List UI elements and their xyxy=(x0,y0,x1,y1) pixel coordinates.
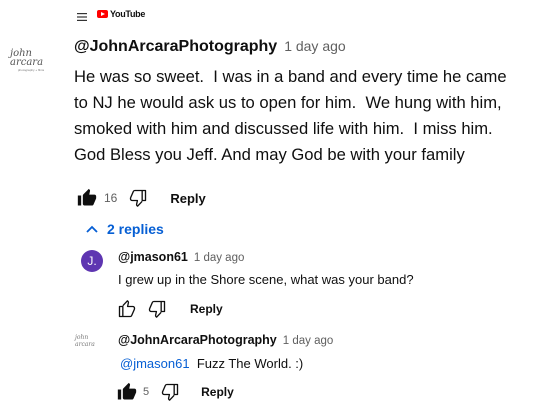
thumbs-up-filled-icon xyxy=(77,188,97,206)
youtube-logo-text: YouTube xyxy=(110,9,146,19)
reply-avatar[interactable]: john arcara xyxy=(75,334,101,348)
comment-timestamp[interactable]: 1 day ago xyxy=(284,38,346,54)
thumbs-down-outline-icon xyxy=(148,300,166,318)
like-button[interactable] xyxy=(76,187,98,209)
avatar-sub-text: photography + films xyxy=(17,67,45,72)
like-button[interactable] xyxy=(116,381,138,403)
youtube-logo[interactable]: YouTube xyxy=(97,9,145,19)
reply-text: @jmason61 Fuzz The World. :) xyxy=(120,356,303,371)
reply-timestamp[interactable]: 1 day ago xyxy=(194,252,245,264)
reply-button[interactable]: Reply xyxy=(170,191,205,206)
comment-actions: 16 Reply xyxy=(76,187,206,209)
replies-toggle[interactable]: 2 replies xyxy=(86,221,164,237)
hamburger-menu-icon[interactable] xyxy=(77,9,87,21)
avatar-brand-text: john arcara xyxy=(10,47,44,68)
chevron-up-icon xyxy=(86,225,98,233)
mention-link[interactable]: @jmason61 xyxy=(120,356,190,371)
reply-author[interactable]: @JohnArcaraPhotography xyxy=(118,333,277,347)
reply-header: @jmason61 1 day ago xyxy=(118,250,244,264)
thumbs-down-outline-icon xyxy=(161,383,179,401)
like-count: 5 xyxy=(143,386,150,398)
reply-text-body: Fuzz The World. :) xyxy=(196,356,304,371)
like-count: 16 xyxy=(104,191,118,205)
author-avatar[interactable]: john arcara photography + films xyxy=(10,44,52,76)
thumbs-up-filled-icon xyxy=(117,382,137,400)
youtube-play-icon xyxy=(97,10,108,18)
reply-button[interactable]: Reply xyxy=(201,385,234,399)
comment-header: @JohnArcaraPhotography 1 day ago xyxy=(74,38,346,56)
reply-text: I grew up in the Shore scene, what was y… xyxy=(118,272,414,287)
dislike-button[interactable] xyxy=(127,187,149,209)
like-button[interactable] xyxy=(116,298,138,320)
comment-author[interactable]: @JohnArcaraPhotography xyxy=(74,38,277,56)
reply-actions: 5 Reply xyxy=(116,381,234,403)
reply-timestamp[interactable]: 1 day ago xyxy=(283,335,334,347)
reply-avatar[interactable]: J. xyxy=(81,250,103,272)
reply-actions: Reply xyxy=(116,298,223,320)
comment-text: He was so sweet. I was in a band and eve… xyxy=(74,67,512,164)
dislike-button[interactable] xyxy=(146,298,168,320)
reply-header: @JohnArcaraPhotography 1 day ago xyxy=(118,333,333,347)
thumbs-down-outline-icon xyxy=(130,189,147,207)
thumbs-up-outline-icon xyxy=(118,300,136,318)
reply-author[interactable]: @jmason61 xyxy=(118,250,188,264)
reply-button[interactable]: Reply xyxy=(190,302,223,316)
dislike-button[interactable] xyxy=(159,381,181,403)
replies-toggle-label: 2 replies xyxy=(107,221,164,237)
